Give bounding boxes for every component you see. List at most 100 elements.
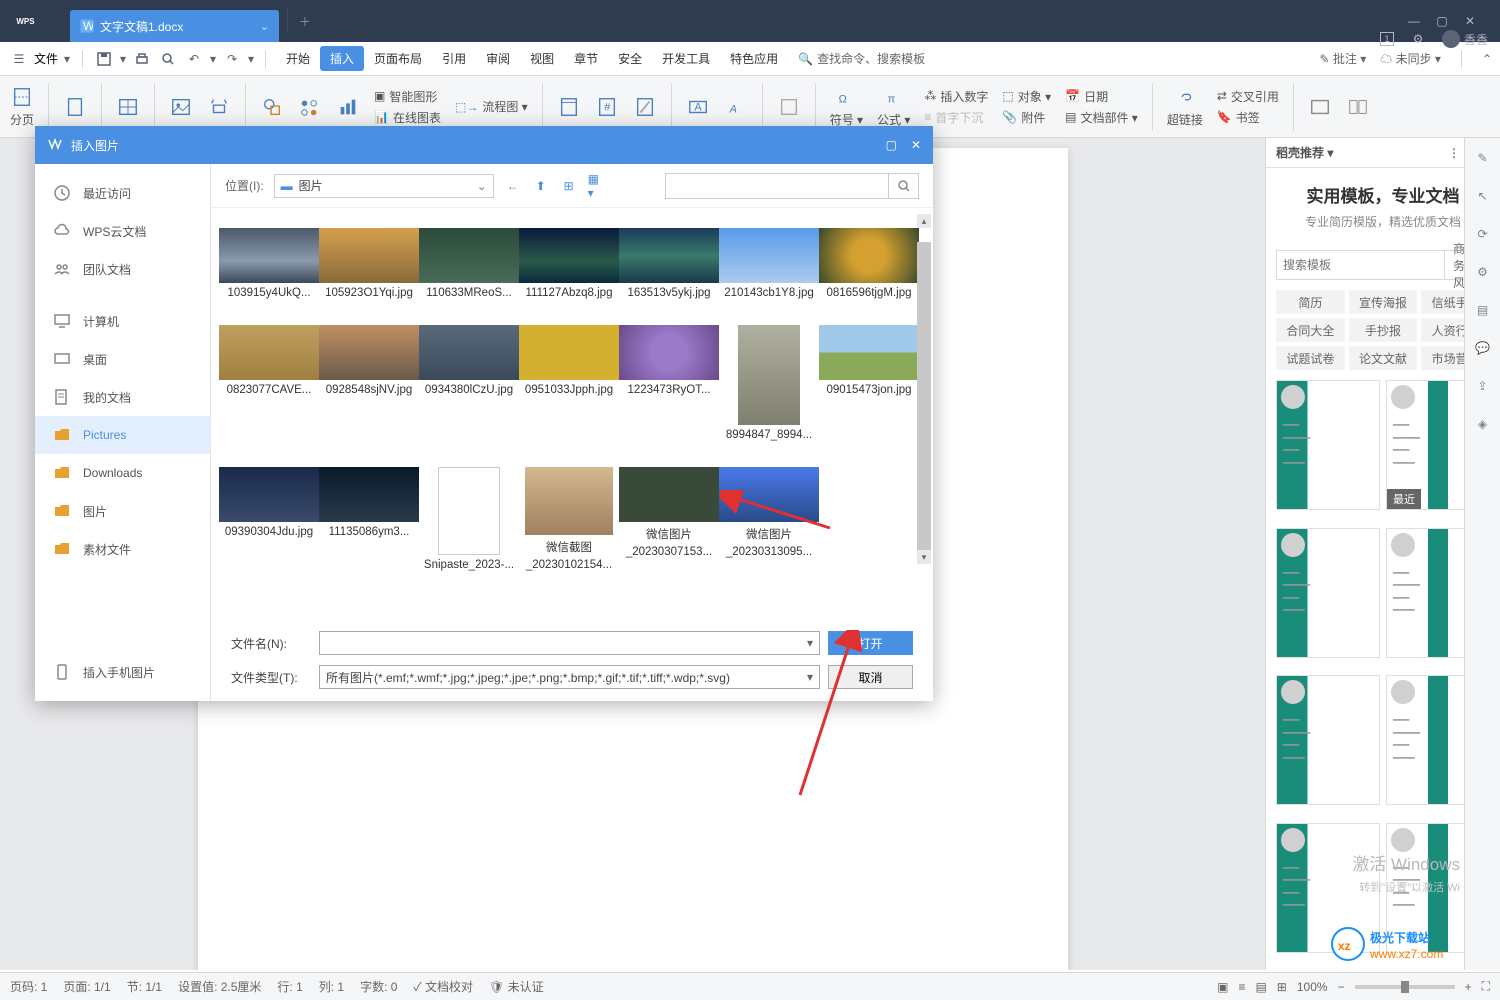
dialog-close-icon[interactable]: ✕ bbox=[911, 138, 921, 152]
pagenumber-button[interactable]: # bbox=[595, 95, 619, 119]
menu-页面布局[interactable]: 页面布局 bbox=[364, 46, 432, 71]
open-button[interactable]: 打开 bbox=[828, 631, 913, 655]
wordart-button[interactable]: A bbox=[724, 95, 748, 119]
filename-input[interactable]: ▾ bbox=[319, 631, 820, 655]
template-search-input[interactable] bbox=[1277, 251, 1444, 279]
sidebar-pictures[interactable]: Pictures bbox=[35, 416, 210, 454]
category-试题试卷[interactable]: 试题试卷 bbox=[1276, 346, 1345, 370]
redo-dropdown[interactable]: ▾ bbox=[247, 48, 255, 70]
sidebar-team[interactable]: 团队文档 bbox=[35, 250, 210, 288]
settings-icon[interactable]: ⚙ bbox=[1410, 31, 1426, 47]
file-search[interactable] bbox=[665, 173, 919, 199]
file-item[interactable]: 1223473RyOT... bbox=[619, 325, 719, 441]
menu-审阅[interactable]: 审阅 bbox=[476, 46, 520, 71]
category-论文文献[interactable]: 论文文献 bbox=[1349, 346, 1418, 370]
filetype-select[interactable]: 所有图片(*.emf;*.wmf;*.jpg;*.jpeg;*.jpe;*.pn… bbox=[319, 665, 820, 689]
icons-button[interactable] bbox=[298, 95, 322, 119]
panel-title[interactable]: 稻壳推荐 ▾ bbox=[1276, 144, 1333, 161]
symbol-button[interactable]: Ω 符号 ▾ bbox=[830, 85, 863, 128]
docpart-button[interactable]: ▤文档部件 ▾ bbox=[1065, 109, 1138, 126]
scrollbar-thumb[interactable] bbox=[917, 242, 931, 562]
new-tab-button[interactable]: ＋ bbox=[287, 9, 311, 33]
view-mode-icon[interactable]: ▦ ▾ bbox=[588, 177, 606, 195]
back-icon[interactable]: ← bbox=[504, 177, 522, 195]
file-item[interactable]: 微信图片_20230313095... bbox=[719, 467, 819, 571]
file-search-input[interactable] bbox=[666, 179, 888, 193]
sidebar-phone[interactable]: 插入手机图片 bbox=[35, 653, 210, 691]
sidebar-desktop[interactable]: 桌面 bbox=[35, 340, 210, 378]
section[interactable]: 节: 1/1 bbox=[127, 978, 162, 995]
file-item[interactable]: 0934380lCzU.jpg bbox=[419, 325, 519, 441]
template-item[interactable]: ━━━━━━━━━━━━━━━ bbox=[1276, 380, 1380, 510]
menu-特色应用[interactable]: 特色应用 bbox=[720, 46, 788, 71]
dropdown-icon[interactable]: ▾ bbox=[62, 48, 72, 70]
category-宣传海报[interactable]: 宣传海报 bbox=[1349, 290, 1418, 314]
proofing[interactable]: ✓ 文档校对 bbox=[413, 978, 473, 995]
formula-button[interactable]: π 公式 ▾ bbox=[877, 85, 910, 128]
help-icon[interactable]: ◈ bbox=[1473, 414, 1493, 434]
file-item[interactable]: 0823077CAVE... bbox=[219, 325, 319, 441]
collapse-icon[interactable]: ⌃ bbox=[1482, 52, 1492, 66]
chat-icon[interactable]: 💬 bbox=[1473, 338, 1493, 358]
print-icon[interactable] bbox=[131, 48, 153, 70]
sidebar-images[interactable]: 图片 bbox=[35, 492, 210, 530]
watermark-button[interactable] bbox=[633, 95, 657, 119]
cursor-icon[interactable]: ↖ bbox=[1473, 186, 1493, 206]
online-chart-button[interactable]: 📊在线图表 bbox=[374, 109, 441, 126]
share-icon[interactable]: ⇪ bbox=[1473, 376, 1493, 396]
crossref-button[interactable]: ⇄交叉引用 bbox=[1217, 88, 1279, 105]
hamburger-icon[interactable]: ☰ bbox=[8, 48, 30, 70]
command-search[interactable]: 🔍 查找命令、搜索模板 bbox=[798, 50, 925, 67]
menu-视图[interactable]: 视图 bbox=[520, 46, 564, 71]
hyperlink-button[interactable]: 超链接 bbox=[1167, 85, 1203, 128]
annotate-toggle[interactable]: ✎ 批注 ▾ bbox=[1319, 50, 1366, 67]
menu-开发工具[interactable]: 开发工具 bbox=[652, 46, 720, 71]
template-item[interactable]: ━━━━━━━━━━━━━━━ bbox=[1276, 528, 1380, 658]
file-item[interactable]: 09015473jon.jpg bbox=[819, 325, 919, 441]
sidebar-materials[interactable]: 素材文件 bbox=[35, 530, 210, 568]
insert-number-button[interactable]: ⁂插入数字 bbox=[924, 88, 988, 105]
file-item[interactable]: 210143cb1Y8.jpg bbox=[719, 228, 819, 299]
blank-page-button[interactable] bbox=[63, 95, 87, 119]
shapes-button[interactable] bbox=[260, 95, 284, 119]
file-item[interactable]: 163513v5ykj.jpg bbox=[619, 228, 719, 299]
undo-dropdown[interactable]: ▾ bbox=[209, 48, 217, 70]
sidebar-computer[interactable]: 计算机 bbox=[35, 302, 210, 340]
user-badge[interactable]: 香香 bbox=[1442, 30, 1488, 48]
file-item[interactable]: 0816596tjgM.jpg bbox=[819, 228, 919, 299]
sidebar-recent[interactable]: 最近访问 bbox=[35, 174, 210, 212]
menu-引用[interactable]: 引用 bbox=[432, 46, 476, 71]
header-button[interactable] bbox=[557, 95, 581, 119]
table-button[interactable] bbox=[116, 95, 140, 119]
screenshot-button[interactable] bbox=[207, 95, 231, 119]
view-web-icon[interactable]: ▤ bbox=[1255, 980, 1266, 994]
tab-dropdown-icon[interactable]: ⌄ bbox=[259, 19, 269, 33]
view-mode-1[interactable] bbox=[1308, 95, 1332, 119]
file-item[interactable]: 微信截图_20230102154... bbox=[519, 467, 619, 571]
file-item[interactable]: 110633MReoS... bbox=[419, 228, 519, 299]
file-item[interactable]: 0951033Jpph.jpg bbox=[519, 325, 619, 441]
template-item[interactable]: ━━━━━━━━━━━━━━━ bbox=[1276, 675, 1380, 805]
zoom-level[interactable]: 100% bbox=[1297, 980, 1328, 994]
file-item[interactable]: 8994847_8994... bbox=[719, 325, 819, 441]
scrollbar[interactable]: ▴ ▾ bbox=[917, 214, 931, 564]
page-break-button[interactable]: 分页 bbox=[10, 85, 34, 128]
sync-status[interactable]: ☁ 未同步 ▾ bbox=[1380, 50, 1441, 67]
document-tab[interactable]: W 文字文稿1.docx ⌄ bbox=[70, 10, 279, 42]
file-item[interactable]: 105923O1Yqi.jpg bbox=[319, 228, 419, 299]
zoom-in-icon[interactable]: + bbox=[1465, 980, 1472, 994]
dialog-maximize-icon[interactable]: ▢ bbox=[886, 138, 897, 152]
page-number[interactable]: 页码: 1 bbox=[10, 978, 47, 995]
up-icon[interactable]: ⬆ bbox=[532, 177, 550, 195]
file-grid[interactable]: 103915y4UkQ...105923O1Yqi.jpg110633MReoS… bbox=[211, 208, 933, 619]
grid-icon[interactable]: 1 bbox=[1380, 32, 1394, 46]
word-count[interactable]: 字数: 0 bbox=[360, 978, 397, 995]
edit-icon[interactable]: ✎ bbox=[1473, 148, 1493, 168]
menu-插入[interactable]: 插入 bbox=[320, 46, 364, 71]
location-select[interactable]: ▬ 图片 ⌄ bbox=[274, 174, 494, 198]
zoom-out-icon[interactable]: − bbox=[1338, 980, 1345, 994]
verification[interactable]: 🛡 未认证 bbox=[489, 978, 544, 995]
file-item[interactable]: 103915y4UkQ... bbox=[219, 228, 319, 299]
file-item[interactable]: Snipaste_2023-... bbox=[419, 467, 519, 571]
file-item[interactable]: 微信图片_20230307153... bbox=[619, 467, 719, 571]
